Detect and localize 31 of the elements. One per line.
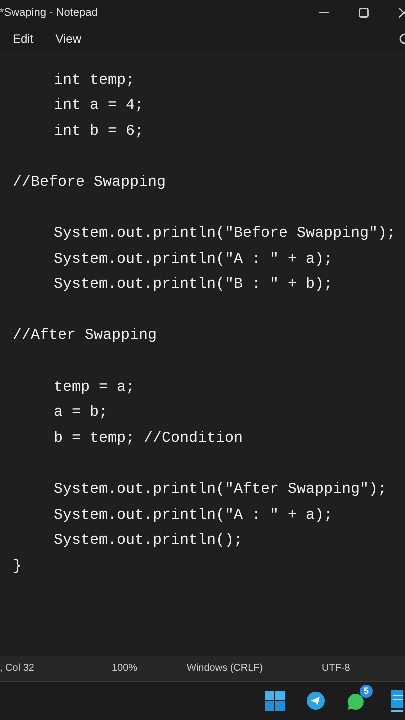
close-icon[interactable] <box>399 8 405 18</box>
encoding: UTF-8 <box>322 662 350 676</box>
code-line: System.out.println("A : " + a); <box>54 250 334 270</box>
code-line: //After Swapping <box>13 326 158 346</box>
code-line: //Before Swapping <box>13 172 166 193</box>
code-line: } <box>13 556 22 577</box>
menu-item[interactable]: View <box>56 30 82 48</box>
chat-bubble-icon[interactable] <box>347 693 365 711</box>
window-title: *Swaping - Notepad <box>0 6 98 21</box>
code-line: temp = a; <box>54 378 136 398</box>
code-line: int b = 6; <box>54 122 144 142</box>
settings-icon[interactable] <box>399 33 405 45</box>
menu-item[interactable]: Edit <box>13 30 34 48</box>
code-line: a = b; <box>54 403 108 424</box>
notification-badge: 5 <box>360 685 373 698</box>
code-line: b = temp; //Condition <box>54 428 244 449</box>
code-line: System.out.println("A : " + a); <box>54 506 334 526</box>
paper-plane-icon[interactable] <box>307 692 325 710</box>
code-line: System.out.println("B : " + b); <box>54 275 334 296</box>
code-line: System.out.println(); <box>54 531 244 552</box>
code-line: int a = 4; <box>54 96 144 116</box>
line-ending: Windows (CRLF) <box>187 662 264 676</box>
minimize-icon[interactable] <box>319 12 329 14</box>
code-line: System.out.println("Before Swapping"); <box>54 224 396 244</box>
maximize-icon[interactable] <box>359 8 369 18</box>
code-line: System.out.println("After Swapping"); <box>54 480 388 500</box>
zoom-level: 100% <box>112 662 139 676</box>
cursor-position: , Col 32 <box>0 662 36 676</box>
notepad-icon[interactable] <box>391 690 403 712</box>
code-line: int temp; <box>54 70 136 91</box>
windows-logo-icon[interactable] <box>265 691 285 711</box>
